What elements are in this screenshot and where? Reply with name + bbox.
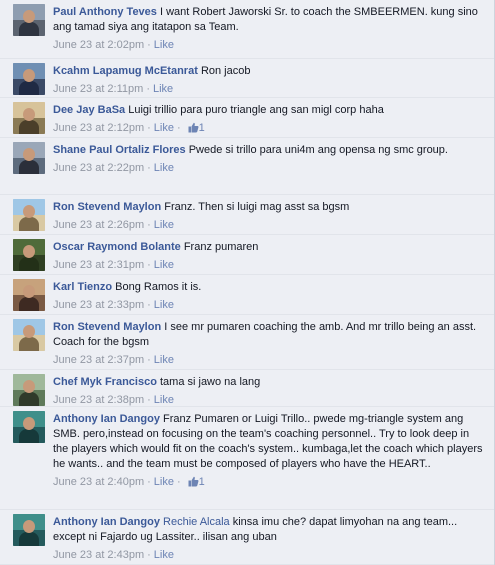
like-link[interactable]: Like	[154, 549, 174, 561]
comment-author-link[interactable]: Karl Tienzo	[53, 281, 112, 293]
like-count[interactable]: 1	[184, 476, 205, 488]
comment-text: Pwede si trillo para uni4m ang opensa ng…	[188, 144, 448, 156]
comment-item: Oscar Raymond Bolante Franz pumaren June …	[0, 235, 494, 275]
comment-timestamp[interactable]: June 23 at 2:26pm	[53, 219, 144, 231]
comment-text: Franz pumaren	[183, 241, 259, 253]
comment-timestamp[interactable]: June 23 at 2:11pm	[53, 83, 143, 95]
comment-author-link[interactable]: Oscar Raymond Bolante	[53, 241, 181, 253]
comment-item: Dee Jay BaSa Luigi trillio para puro tri…	[0, 98, 494, 138]
separator-dot: ·	[147, 219, 151, 231]
thumbs-up-icon	[188, 476, 199, 487]
comment-item: Anthony Ian Dangoy Rechie Alcala kinsa i…	[0, 510, 494, 565]
comment-item: Anthony Ian Dangoy Franz Pumaren or Luig…	[0, 407, 494, 510]
like-link[interactable]: Like	[154, 394, 174, 406]
avatar[interactable]	[13, 239, 45, 271]
comment-item: Karl Tienzo Bong Ramos it is. June 23 at …	[0, 275, 494, 315]
separator-dot: ·	[147, 476, 151, 488]
like-link[interactable]: Like	[154, 476, 174, 488]
separator-dot: ·	[147, 122, 151, 134]
like-link[interactable]: Like	[154, 299, 174, 311]
avatar[interactable]	[13, 63, 45, 95]
avatar[interactable]	[13, 279, 45, 311]
comment-timestamp[interactable]: June 23 at 2:33pm	[53, 299, 144, 311]
comment-author-link[interactable]: Shane Paul Ortaliz Flores	[53, 144, 186, 156]
comment-item: Ron Stevend Maylon Franz. Then si luigi …	[0, 195, 494, 235]
thumbs-up-icon	[188, 122, 199, 133]
separator-dot: ·	[176, 122, 181, 134]
like-count-value: 1	[198, 476, 205, 488]
comment-author-link[interactable]: Anthony Ian Dangoy	[53, 516, 160, 528]
separator-dot: ·	[147, 394, 151, 406]
separator-dot: ·	[147, 549, 151, 561]
comment-item: Chef Myk Francisco tama si jawo na lang J…	[0, 370, 494, 407]
like-link[interactable]: Like	[154, 259, 174, 271]
comment-timestamp[interactable]: June 23 at 2:12pm	[53, 122, 144, 134]
comment-author-link[interactable]: Anthony Ian Dangoy	[53, 413, 160, 425]
separator-dot: ·	[146, 83, 150, 95]
comment-text: Franz. Then si luigi mag asst sa bgsm	[164, 201, 350, 213]
comment-item: Ron Stevend Maylon I see mr pumaren coac…	[0, 315, 494, 370]
avatar[interactable]	[13, 102, 45, 134]
comment-author-link[interactable]: Ron Stevend Maylon	[53, 201, 161, 213]
comment-text: tama si jawo na lang	[159, 376, 261, 388]
comment-timestamp[interactable]: June 23 at 2:02pm	[53, 39, 144, 51]
comment-timestamp[interactable]: June 23 at 2:37pm	[53, 354, 144, 366]
avatar[interactable]	[13, 142, 45, 174]
like-count-value: 1	[198, 122, 205, 134]
comment-author-link[interactable]: Kcahm Lapamug McEtanrat	[53, 65, 198, 77]
separator-dot: ·	[176, 476, 181, 488]
comment-feed: Paul Anthony Teves I want Robert Jaworsk…	[0, 0, 495, 565]
separator-dot: ·	[147, 259, 151, 271]
comment-text: Ron jacob	[200, 65, 251, 77]
comment-item: Kcahm Lapamug McEtanrat Ron jacob June 23…	[0, 59, 494, 98]
comment-timestamp[interactable]: June 23 at 2:38pm	[53, 394, 144, 406]
separator-dot: ·	[147, 162, 151, 174]
comment-text: Luigi trillio para puro triangle ang san…	[128, 104, 384, 116]
comment-timestamp[interactable]: June 23 at 2:43pm	[53, 549, 144, 561]
like-link[interactable]: Like	[154, 122, 174, 134]
avatar[interactable]	[13, 319, 45, 351]
comment-text: Bong Ramos it is.	[115, 281, 202, 293]
like-count[interactable]: 1	[184, 122, 205, 134]
comment-timestamp[interactable]: June 23 at 2:40pm	[53, 476, 144, 488]
mention-link[interactable]: Rechie Alcala	[163, 516, 230, 528]
comment-item: Shane Paul Ortaliz Flores Pwede si trill…	[0, 138, 494, 195]
comment-timestamp[interactable]: June 23 at 2:22pm	[53, 162, 144, 174]
avatar[interactable]	[13, 4, 45, 36]
like-link[interactable]: Like	[154, 219, 174, 231]
avatar[interactable]	[13, 199, 45, 231]
comment-author-link[interactable]: Paul Anthony Teves	[53, 6, 157, 18]
like-link[interactable]: Like	[154, 162, 174, 174]
like-link[interactable]: Like	[153, 83, 173, 95]
avatar[interactable]	[13, 514, 45, 546]
separator-dot: ·	[147, 354, 151, 366]
comment-item: Paul Anthony Teves I want Robert Jaworsk…	[0, 0, 494, 59]
comment-timestamp[interactable]: June 23 at 2:31pm	[53, 259, 144, 271]
comment-author-link[interactable]: Chef Myk Francisco	[53, 376, 157, 388]
separator-dot: ·	[147, 299, 151, 311]
separator-dot: ·	[147, 39, 151, 51]
like-link[interactable]: Like	[154, 354, 174, 366]
like-link[interactable]: Like	[154, 39, 174, 51]
avatar[interactable]	[13, 374, 45, 406]
avatar[interactable]	[13, 411, 45, 443]
comment-author-link[interactable]: Ron Stevend Maylon	[53, 321, 161, 333]
comment-author-link[interactable]: Dee Jay BaSa	[53, 104, 125, 116]
